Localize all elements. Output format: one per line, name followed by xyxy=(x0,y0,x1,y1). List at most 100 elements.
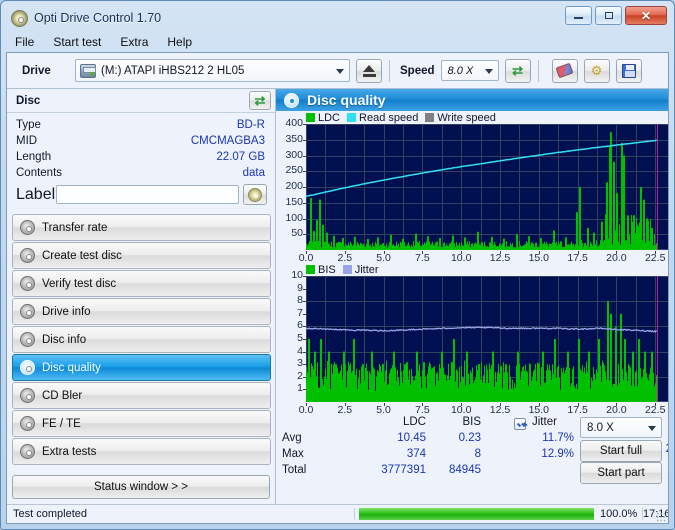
y-tick-label: 5 xyxy=(297,332,303,344)
legend-item-jitter: Jitter xyxy=(342,263,379,276)
erase-button[interactable] xyxy=(551,58,578,83)
sidebar-item-drive-info[interactable]: Drive info xyxy=(12,298,271,325)
y-tick-mark xyxy=(303,203,306,204)
eraser-icon xyxy=(555,62,574,79)
main-body: Disc ⇄ Type BD-R MID CMCMAGBA3 Length 22… xyxy=(7,89,668,504)
resize-grip[interactable] xyxy=(656,512,666,522)
maximize-button[interactable] xyxy=(595,6,622,25)
legend-label: BIS xyxy=(318,263,336,276)
sidebar-item-verify-test-disc[interactable]: Verify test disc xyxy=(12,270,271,297)
disc-icon xyxy=(20,444,35,459)
sidebar-item-label: Transfer rate xyxy=(42,221,108,234)
maximize-icon xyxy=(604,12,613,19)
start-part-button[interactable]: Start part xyxy=(580,462,662,484)
title-bar: Opti Drive Control 1.70 ✕ xyxy=(6,5,669,31)
bis-chart-legend: BIS Jitter xyxy=(276,263,668,276)
disc-refresh-button[interactable]: ⇄ xyxy=(249,91,271,110)
minimize-icon xyxy=(574,17,583,19)
speed-label: Speed xyxy=(400,64,435,77)
disc-label-caption: Label xyxy=(16,185,56,203)
menu-item-start-test[interactable]: Start test xyxy=(51,33,110,51)
disc-info-key: Type xyxy=(16,119,41,131)
x-tick-mark xyxy=(500,251,501,254)
y-tick-mark xyxy=(303,314,306,315)
disc-icon xyxy=(20,248,35,263)
sidebar-item-label: CD Bler xyxy=(42,389,83,402)
test-speed-select[interactable]: 8.0 X xyxy=(580,417,662,438)
sidebar-item-cd-bler[interactable]: CD Bler xyxy=(12,382,271,409)
disc-info-value: 22.07 GB xyxy=(216,151,265,163)
y-tick-mark xyxy=(303,171,306,172)
legend-label: LDC xyxy=(318,111,341,124)
x-tick-mark xyxy=(306,403,307,406)
application-window: Opti Drive Control 1.70 ✕ File Start tes… xyxy=(0,0,675,530)
save-button[interactable] xyxy=(615,58,642,83)
start-full-button[interactable]: Start full xyxy=(580,440,662,462)
drive-label: Drive xyxy=(22,64,51,77)
y-tick-mark xyxy=(303,219,306,220)
drive-select-value: (M:) ATAPI iHBS212 2 HL05 xyxy=(101,64,245,77)
refresh-button[interactable]: ⇄ xyxy=(504,58,531,83)
minimize-button[interactable] xyxy=(565,6,592,25)
disc-info-list: Type BD-R MID CMCMAGBA3 Length 22.07 GB … xyxy=(7,113,275,211)
drive-icon xyxy=(80,63,96,78)
stats-max-bis: 8 xyxy=(474,448,481,460)
y-tick-label: 300 xyxy=(285,148,303,161)
stats-total-bis: 84945 xyxy=(449,464,481,476)
menu-item-extra[interactable]: Extra xyxy=(118,33,157,51)
disc-info-row-type: Type BD-R xyxy=(16,117,267,133)
x-tick-mark xyxy=(655,403,656,406)
legend-item-write-speed: Write speed xyxy=(425,112,496,124)
y-tick-label: 200 xyxy=(285,180,303,192)
sidebar-item-disc-info[interactable]: Disc info xyxy=(12,326,271,353)
refresh-icon: ⇄ xyxy=(254,93,266,108)
sidebar-item-label: FE / TE xyxy=(42,417,81,430)
disc-label-input[interactable] xyxy=(56,185,239,204)
progress-bar-fill xyxy=(359,508,594,520)
sidebar-item-fe-te[interactable]: FE / TE xyxy=(12,410,271,437)
status-window-button[interactable]: Status window > > xyxy=(12,475,270,499)
bis-plot[interactable] xyxy=(306,276,668,402)
menu-item-file[interactable]: File xyxy=(13,33,43,51)
x-tick-mark xyxy=(384,251,385,254)
sidebar-item-label: Drive info xyxy=(42,305,91,318)
settings-button[interactable]: ⚙ xyxy=(583,58,610,83)
sidebar-item-disc-quality[interactable]: Disc quality xyxy=(12,354,271,381)
x-tick-mark xyxy=(461,403,462,406)
legend-label: Write speed xyxy=(437,111,496,124)
y-tick-label: 250 xyxy=(285,164,303,177)
refresh-icon: ⇄ xyxy=(512,63,523,78)
sidebar-item-extra-tests[interactable]: Extra tests xyxy=(12,438,271,465)
disc-info-key: MID xyxy=(16,135,38,147)
stats-header-ldc: LDC xyxy=(402,416,426,428)
close-button[interactable]: ✕ xyxy=(625,6,667,25)
jitter-checkbox[interactable] xyxy=(514,418,526,430)
disc-icon xyxy=(20,360,35,375)
eject-button[interactable] xyxy=(356,58,382,83)
disc-info-row-length: Length 22.07 GB xyxy=(16,149,267,165)
menu-item-help[interactable]: Help xyxy=(165,33,201,51)
x-tick-mark xyxy=(539,403,540,406)
sidebar-item-transfer-rate[interactable]: Transfer rate xyxy=(12,214,271,241)
legend-swatch-bis xyxy=(306,265,315,274)
toolbar-separator-1 xyxy=(389,59,390,82)
stats-row-label-total: Total xyxy=(282,464,307,476)
y-tick-mark xyxy=(303,389,306,390)
drive-select[interactable]: (M:) ATAPI iHBS212 2 HL05 xyxy=(75,59,350,82)
speed-select[interactable]: 8.0 X xyxy=(440,60,499,81)
ldc-plot[interactable] xyxy=(306,124,668,250)
bis-chart-block: BIS Jitter 12345678910 4%8%12%16%20% 0.0… xyxy=(276,263,668,416)
y-tick-mark xyxy=(303,156,306,157)
disc-label-refresh-button[interactable] xyxy=(243,184,267,205)
x-tick-mark xyxy=(461,251,462,254)
legend-label: Jitter xyxy=(354,263,379,276)
ldc-plot-wrap: 50100150200250300350400 1 X2 X3 X4 X5 X6… xyxy=(276,117,668,264)
x-tick-mark xyxy=(655,251,656,254)
x-tick-mark xyxy=(616,251,617,254)
y-tick-mark xyxy=(303,339,306,340)
x-tick-mark xyxy=(384,403,385,406)
sidebar-item-create-test-disc[interactable]: Create test disc xyxy=(12,242,271,269)
menu-bar: File Start test Extra Help xyxy=(6,31,669,52)
disc-info-value: BD-R xyxy=(236,119,265,131)
y-tick-mark xyxy=(303,289,306,290)
